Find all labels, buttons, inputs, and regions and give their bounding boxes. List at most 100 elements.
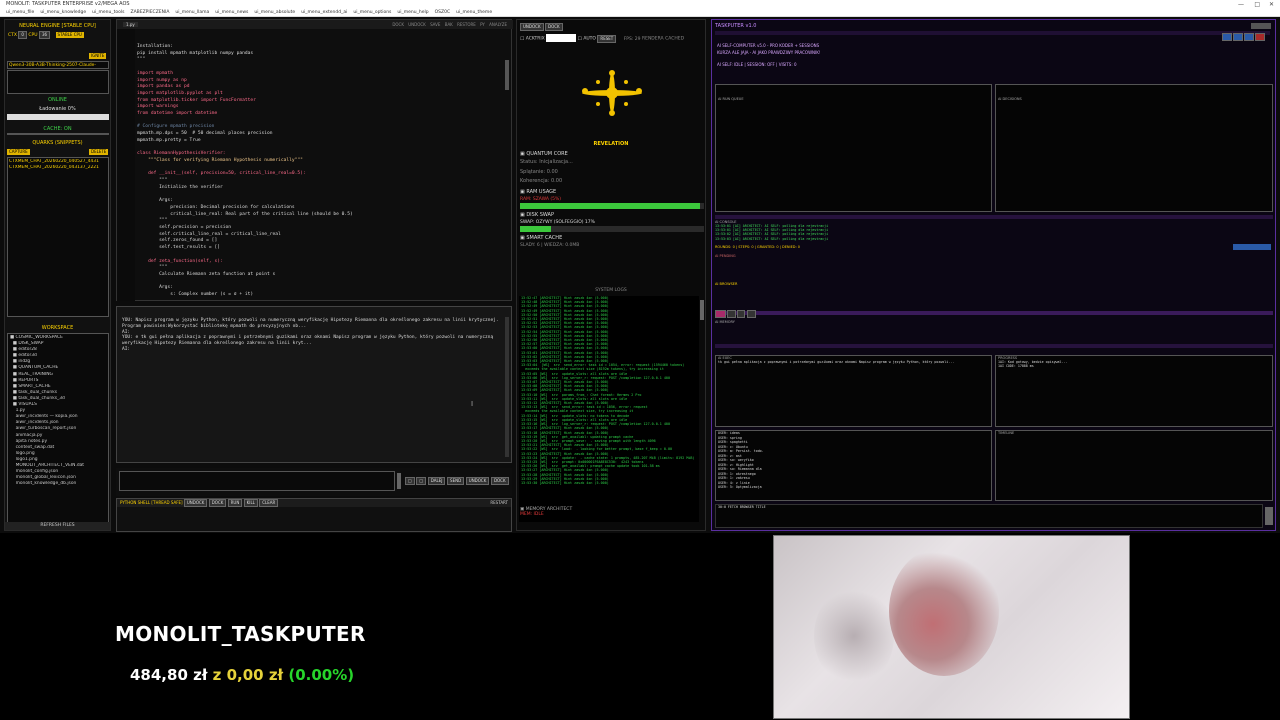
capture-button[interactable]: CAPTURE (7, 149, 30, 155)
progress-lines: 1AI: Kod gotowy, bedzie opisywal... 1AI C… (996, 360, 1272, 368)
editor-tab[interactable]: 1.py (123, 22, 138, 27)
undock-button[interactable]: UNDOCK (465, 477, 490, 485)
tool-button-2[interactable] (1233, 33, 1244, 41)
minimize-icon[interactable]: — (1238, 0, 1244, 9)
revelation-logo-icon (582, 70, 642, 116)
history-box: USER: ideas USER: spring USER: spaghetti US… (715, 430, 992, 501)
mini-tab-4[interactable] (746, 310, 757, 318)
tool-button-1[interactable] (1222, 33, 1233, 41)
delete-button[interactable]: DELETE (89, 149, 109, 155)
quark-item[interactable]: CTXMEM_CHAT_20260220_043137_2221 (9, 165, 107, 171)
editor-toolbar-buttons[interactable]: DOCK UNDOCK SAVE BAK RESTORE PY ANALYZE (392, 20, 507, 29)
menu-item[interactable]: ui_menu_llama (175, 10, 209, 15)
history-line: USER: 5: Optymalizacja (718, 485, 762, 489)
rounds-line: ROUNDS: 0 | STEPS: 0 | GRANTED: 0 | DENI… (715, 245, 800, 249)
pending-title: AI PENDING (715, 254, 736, 258)
stable-tag[interactable]: STABLE CPU (55, 32, 84, 38)
ignite-button[interactable]: IGNITE (89, 53, 107, 59)
menu-item[interactable]: ui_menu_theme (456, 10, 492, 15)
code-line: precision: Decimal precision for calcula… (137, 204, 295, 210)
disk-icon: ▣ (520, 211, 525, 218)
shell-clear-button[interactable]: CLEAR (259, 499, 279, 507)
code-line: pip install mpmath matplotlib numpy pand… (137, 50, 254, 56)
mini-tab-1[interactable] (715, 310, 727, 318)
menu-item[interactable]: ui_menu_absolute (254, 10, 295, 15)
webcam-blur (814, 586, 894, 686)
acktrix-checkbox[interactable]: □ (520, 37, 524, 42)
editor-scrollbar[interactable] (505, 60, 509, 90)
separator-2 (715, 344, 1273, 348)
menu-item[interactable]: ui_menu_extendd_ai (301, 10, 347, 15)
input-scrollbar[interactable] (397, 473, 401, 489)
chat-input[interactable] (119, 471, 395, 491)
model-select[interactable]: Qwen3-30B-A3B-Thinking-2507-Claude- (7, 61, 109, 69)
quarks-title: QUARKS (SNIPPETS) (32, 140, 83, 146)
menu-item[interactable]: ui_menu_tools (92, 10, 124, 15)
rounds-button[interactable] (1233, 244, 1271, 250)
restart-button[interactable]: RESTART (490, 499, 508, 507)
menu-item[interactable]: ui_menu_help (397, 10, 428, 15)
mini-tab-3[interactable] (736, 310, 746, 318)
acktrix-input[interactable] (546, 34, 577, 42)
cpu-input[interactable]: 36 (39, 31, 51, 39)
logs-scrollbar[interactable] (700, 300, 704, 320)
progress-line: 1AI CODE: 17888 ms (998, 364, 1034, 369)
quantum-koherencja: Koherencja: 0.00 (520, 178, 563, 184)
chat-scrollbar[interactable] (505, 317, 509, 457)
memory-status: MEM: IDLE (520, 512, 544, 517)
line-gutter (117, 29, 135, 301)
send-button[interactable]: SEND (447, 477, 465, 485)
code-line: Calculate Riemann zeta function at point… (137, 271, 276, 277)
taskputer-close-button[interactable] (1251, 23, 1271, 29)
ram-bar (520, 202, 704, 209)
menu-item[interactable]: ui_menu_knowledge (40, 10, 86, 15)
close-icon[interactable]: ✕ (1269, 0, 1274, 9)
python-shell: PYTHON SHELL [THREAD SAFE] UNDOCK DOCK R… (116, 498, 512, 532)
shell-kill-button[interactable]: KILL (243, 499, 258, 507)
tree-item[interactable]: monolit_knowledge_db.json (10, 481, 106, 487)
toolbar-strip (715, 31, 1270, 35)
dalej-button[interactable]: DALEJ (427, 477, 446, 485)
cpu-label: CPU (28, 33, 38, 38)
middle-undock-tab[interactable]: UNDOCK (520, 23, 544, 31)
ctx-input[interactable]: 0 (18, 31, 27, 39)
quantum-core-section: ▣ QUANTUM CORE Status: Inicjalizacja... … (520, 151, 704, 249)
menu-item[interactable]: OSZ0C (435, 10, 451, 15)
decisions-box: AI DECISIONS (995, 84, 1273, 212)
decisions-title: AI DECISIONS (998, 97, 1022, 101)
dock-button[interactable]: DOCK (490, 477, 509, 485)
menu-item[interactable]: ui_menu_news (215, 10, 248, 15)
menu-item[interactable]: ui_menu_options (353, 10, 391, 15)
loading-bar (7, 114, 109, 120)
shell-dock-button[interactable]: DOCK (208, 499, 227, 507)
middle-dock-tab[interactable]: DOCK (545, 23, 563, 31)
ops-scrollbar[interactable] (1265, 507, 1273, 525)
stream-price-line: 484,80 zł z 0,00 zł (0.00%) (130, 666, 354, 684)
menu-item[interactable]: ui_menu_file (6, 10, 34, 15)
ram-bar-fill (520, 202, 701, 209)
code-line: import matplotlib.pyplot as plt (137, 90, 223, 96)
tool-button-4[interactable] (1255, 33, 1265, 41)
cache-status: CACHE: ON (43, 126, 72, 132)
code-line: def zeta_function(self, s): (137, 258, 223, 264)
maximize-icon[interactable]: □ (1254, 0, 1260, 9)
disk-title: DISK SWAP (526, 211, 554, 218)
shell-undock-button[interactable]: UNDOCK (183, 499, 208, 507)
reset-button[interactable]: RESET (597, 34, 617, 43)
shell-run-button[interactable]: RUN (227, 499, 243, 507)
taskputer-title: TASKPUTER v1.0 (715, 23, 757, 29)
middle-panel: UNDOCK DOCK □ ACKTRIX □ AUTO RESET FPS: … (516, 19, 706, 531)
smart-cache-icon: ▣ (520, 234, 525, 241)
code-area[interactable]: Installation: pip install mpmath matplotl… (137, 44, 353, 299)
code-line: """ (137, 57, 146, 63)
mini-tab-2[interactable] (727, 310, 736, 318)
menu-item[interactable]: ZABEZPIECZENIA (131, 10, 170, 15)
auto-checkbox[interactable]: □ (578, 37, 582, 42)
refresh-files-button[interactable]: REFRESH FILES (5, 522, 110, 530)
chat-text: YOU: Napisz program w języku Python, któ… (122, 318, 499, 352)
tool-button-3[interactable] (1244, 33, 1255, 41)
paste-icon[interactable]: □ (405, 477, 415, 485)
attach-icon[interactable]: □ (416, 477, 427, 485)
